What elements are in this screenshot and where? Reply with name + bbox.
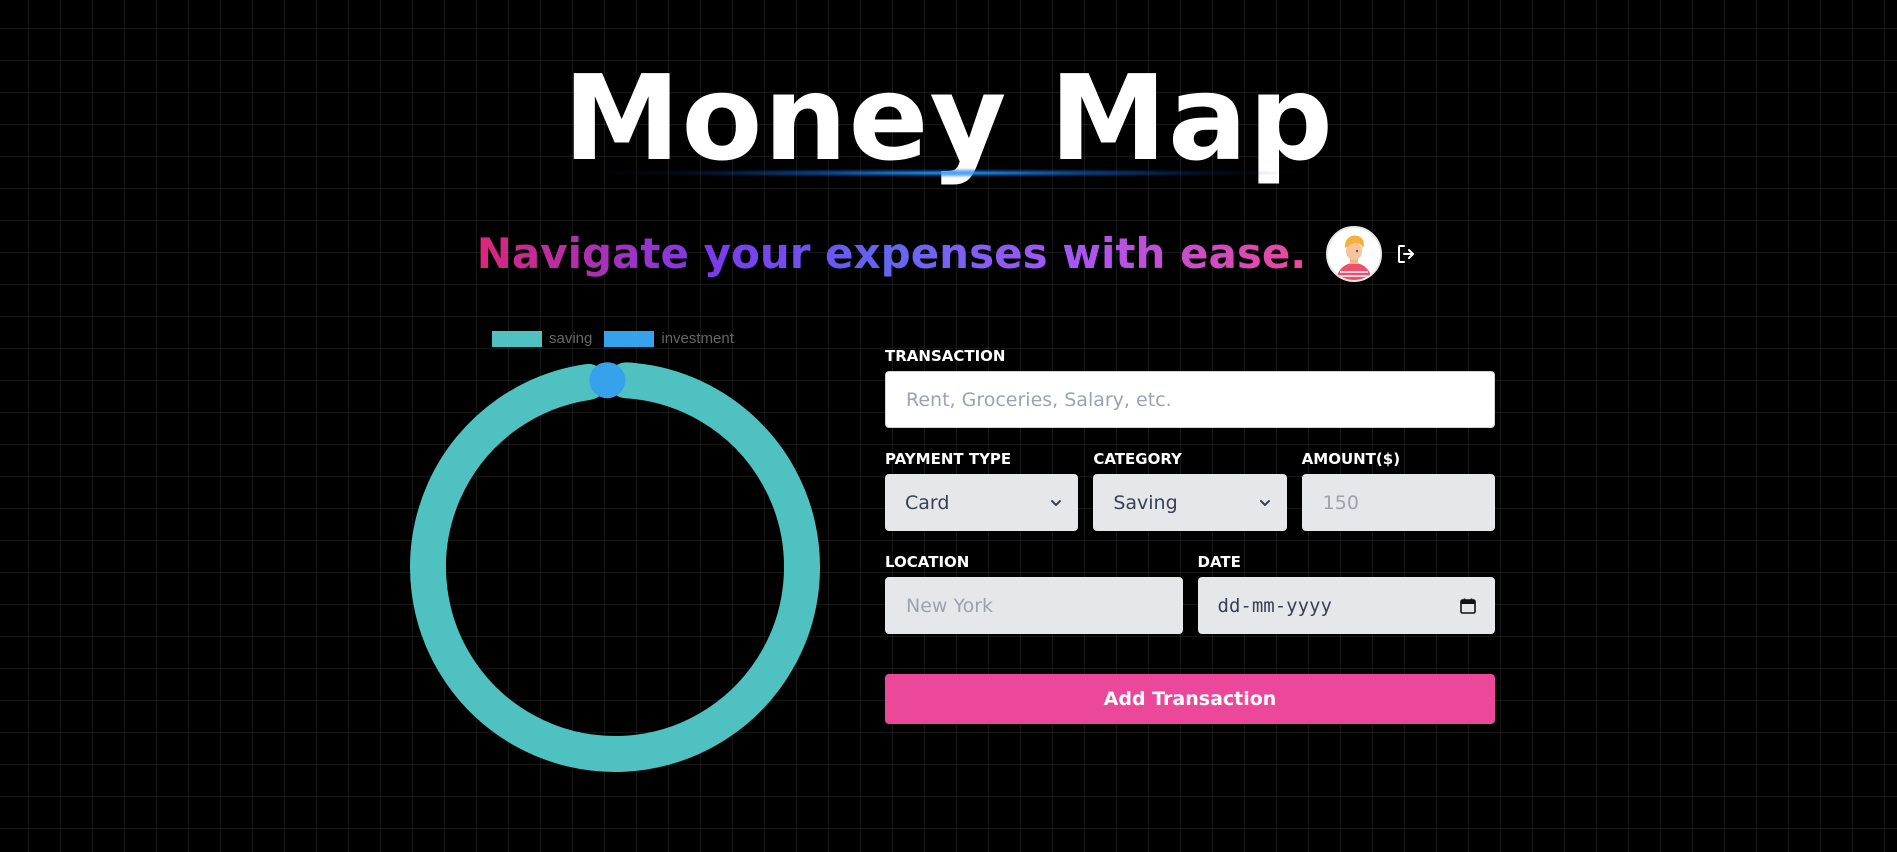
payment-type-select[interactable]: Card xyxy=(885,474,1079,531)
payment-type-label: Payment Type xyxy=(885,450,1012,468)
date-label: Date xyxy=(1197,553,1241,571)
payment-type-value: Card xyxy=(905,491,950,514)
location-input[interactable] xyxy=(885,577,1183,634)
date-placeholder: dd-mm-yyyy xyxy=(1217,594,1332,617)
location-label: Location xyxy=(885,553,970,571)
category-select[interactable]: Saving xyxy=(1093,474,1287,531)
category-label: Category xyxy=(1093,450,1182,468)
chevron-down-icon xyxy=(1051,499,1062,506)
page-title: Money Map xyxy=(562,49,1335,187)
date-input[interactable]: dd-mm-yyyy xyxy=(1197,577,1495,634)
chart-canvas xyxy=(410,362,820,772)
amount-label: Amount($) xyxy=(1301,450,1401,468)
transaction-form: Transaction Payment Type Card Category S… xyxy=(885,345,1495,724)
page-subtitle: Navigate your expenses with ease. xyxy=(476,229,1307,278)
logout-icon[interactable] xyxy=(1394,241,1420,267)
doughnut-chart: saving investment xyxy=(400,320,830,780)
avatar-icon xyxy=(1328,228,1381,280)
avatar[interactable] xyxy=(1326,226,1383,282)
category-value: Saving xyxy=(1113,491,1178,514)
chevron-down-icon xyxy=(1259,499,1270,506)
calendar-icon[interactable] xyxy=(1459,597,1477,615)
add-transaction-button[interactable]: Add Transaction xyxy=(885,674,1495,724)
chart-segment-investment[interactable] xyxy=(589,362,626,399)
transaction-label: Transaction xyxy=(885,347,1006,365)
amount-input[interactable] xyxy=(1301,474,1495,531)
subtitle-row: Navigate your expenses with ease. xyxy=(0,226,1897,282)
chart-segment-saving[interactable] xyxy=(410,362,820,772)
transaction-input[interactable] xyxy=(885,371,1495,428)
